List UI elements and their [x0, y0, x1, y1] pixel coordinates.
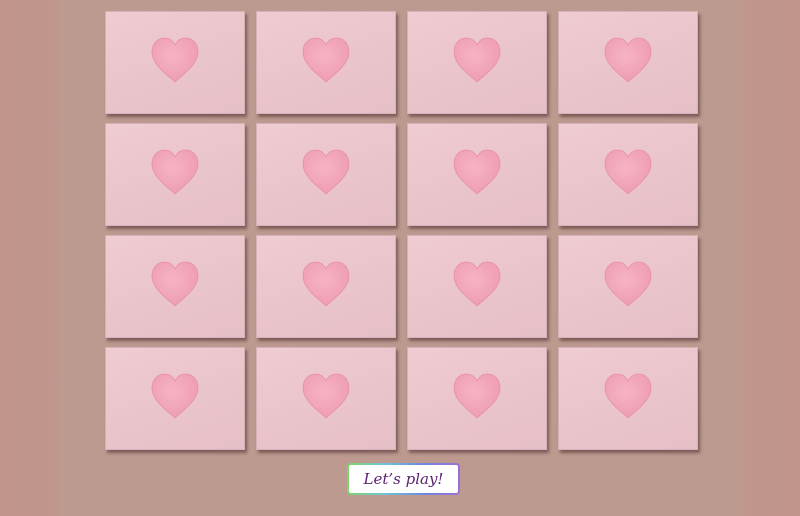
- memory-card[interactable]: [105, 347, 245, 450]
- heart-icon: [150, 261, 200, 308]
- memory-card[interactable]: [407, 123, 547, 226]
- memory-card[interactable]: [558, 347, 698, 450]
- memory-card[interactable]: [558, 123, 698, 226]
- heart-icon: [452, 149, 502, 196]
- heart-icon: [301, 261, 351, 308]
- memory-card[interactable]: [256, 123, 396, 226]
- heart-icon: [301, 149, 351, 196]
- memory-card[interactable]: [256, 347, 396, 450]
- memory-card[interactable]: [105, 235, 245, 338]
- heart-icon: [150, 373, 200, 420]
- card-grid: [105, 11, 698, 450]
- heart-icon: [603, 261, 653, 308]
- heart-icon: [301, 37, 351, 84]
- memory-card[interactable]: [558, 11, 698, 114]
- heart-icon: [452, 373, 502, 420]
- memory-card[interactable]: [558, 235, 698, 338]
- memory-card[interactable]: [105, 11, 245, 114]
- memory-card[interactable]: [105, 123, 245, 226]
- heart-icon: [603, 37, 653, 84]
- lets-play-button[interactable]: Let’s play!: [347, 463, 460, 495]
- heart-icon: [452, 37, 502, 84]
- heart-icon: [452, 261, 502, 308]
- heart-icon: [301, 373, 351, 420]
- memory-card[interactable]: [256, 11, 396, 114]
- heart-icon: [150, 37, 200, 84]
- memory-card[interactable]: [407, 11, 547, 114]
- heart-icon: [603, 149, 653, 196]
- memory-card[interactable]: [256, 235, 396, 338]
- heart-icon: [150, 149, 200, 196]
- memory-card[interactable]: [407, 235, 547, 338]
- memory-card[interactable]: [407, 347, 547, 450]
- heart-icon: [603, 373, 653, 420]
